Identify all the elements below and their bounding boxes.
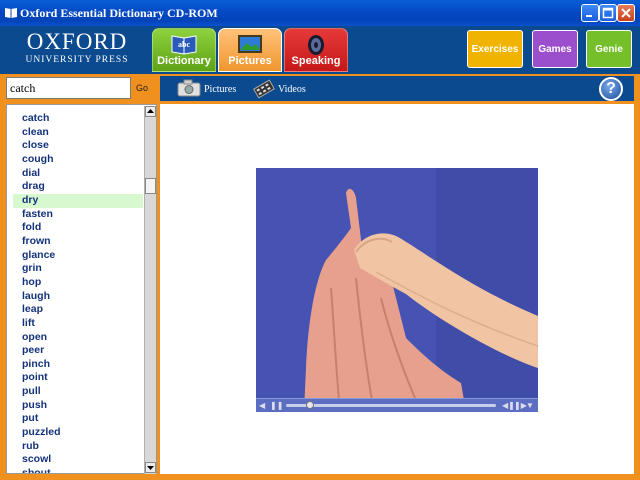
word-list-item[interactable]: put <box>13 412 143 426</box>
scroll-down-button[interactable] <box>145 462 156 473</box>
word-list-item[interactable]: leap <box>13 303 143 317</box>
maximize-button[interactable] <box>599 4 617 22</box>
window-title: Oxford Essential Dictionary CD-ROM <box>20 6 218 20</box>
word-list-item[interactable]: close <box>13 139 143 153</box>
word-list-item[interactable]: rub <box>13 440 143 454</box>
seek-handle[interactable] <box>306 401 314 409</box>
word-list-item[interactable]: shout <box>13 467 143 473</box>
word-list-item[interactable]: dial <box>13 167 143 181</box>
tab-dictionary-label: Dictionary <box>157 55 211 67</box>
minimize-button[interactable] <box>581 4 599 22</box>
word-list-item[interactable]: catch <box>13 112 143 126</box>
camera-icon <box>177 79 201 97</box>
word-list: catch clean close cough dial drag dry fasten fol… <box>13 112 143 473</box>
word-list-item[interactable]: clean <box>13 126 143 140</box>
word-list-item[interactable]: cough <box>13 153 143 167</box>
film-reel-icon <box>253 79 275 99</box>
picture-frame-icon <box>238 35 262 53</box>
videos-media-button[interactable]: Videos <box>252 79 312 99</box>
word-list-item[interactable]: scowl <box>13 453 143 467</box>
word-list-item[interactable]: frown <box>13 235 143 249</box>
word-list-item[interactable]: lift <box>13 317 143 331</box>
go-button[interactable]: Go <box>136 83 148 93</box>
svg-text:abc: abc <box>178 40 190 49</box>
forward-icon[interactable]: ❚▶ <box>514 401 527 410</box>
word-list-item[interactable]: grin <box>13 262 143 276</box>
word-list-item[interactable]: fold <box>13 221 143 235</box>
tab-pictures[interactable]: Pictures <box>218 28 282 72</box>
word-list-scrollbar[interactable] <box>144 106 156 474</box>
word-list-item[interactable]: fasten <box>13 208 143 222</box>
word-list-item[interactable]: open <box>13 331 143 345</box>
maximize-icon <box>602 7 614 19</box>
close-icon <box>621 8 631 18</box>
minimize-icon <box>586 15 592 17</box>
close-button[interactable] <box>617 4 635 22</box>
title-bar: Oxford Essential Dictionary CD-ROM <box>0 0 640 26</box>
help-button[interactable]: ? <box>599 77 623 101</box>
media-toolbar: Pictures Videos <box>160 76 634 101</box>
genie-button[interactable]: Genie <box>586 30 632 68</box>
abc-book-icon: abc <box>171 35 197 55</box>
word-list-item[interactable]: puzzled <box>13 426 143 440</box>
rewind-icon[interactable]: ◀❚ <box>502 401 515 410</box>
word-list-item[interactable]: point <box>13 371 143 385</box>
exercises-button[interactable]: Exercises <box>467 30 523 68</box>
pictures-media-button[interactable]: Pictures <box>176 79 236 99</box>
word-list-panel: catch clean close cough dial drag dry fasten fol… <box>6 104 157 474</box>
app-header: OXFORD UNIVERSITY PRESS abc Dictionary P… <box>0 26 640 74</box>
video-player[interactable] <box>256 168 538 412</box>
video-frame <box>256 168 538 412</box>
menu-down-icon[interactable]: ▼ <box>526 401 534 410</box>
search-input[interactable] <box>6 77 131 99</box>
games-label: Games <box>538 43 572 55</box>
genie-label: Genie <box>595 43 623 55</box>
volume-icon[interactable]: ◀ <box>259 401 265 410</box>
speaker-icon <box>308 35 324 55</box>
word-list-item[interactable]: drag <box>13 180 143 194</box>
video-controls: ◀ ❚❚ ◀❚ ❚▶ ▼ <box>256 398 538 412</box>
word-list-item[interactable]: push <box>13 399 143 413</box>
arrow-down-icon <box>147 466 154 470</box>
tab-dictionary[interactable]: abc Dictionary <box>152 28 216 72</box>
book-icon <box>5 8 17 18</box>
videos-media-label: Videos <box>278 84 306 95</box>
oxford-logo: OXFORD UNIVERSITY PRESS <box>20 30 134 66</box>
scroll-thumb[interactable] <box>145 178 156 194</box>
brand-subtitle: UNIVERSITY PRESS <box>25 55 129 65</box>
word-list-item[interactable]: hop <box>13 276 143 290</box>
pictures-media-label: Pictures <box>204 84 237 95</box>
word-list-item[interactable]: dry <box>13 193 143 208</box>
word-list-item[interactable]: pinch <box>13 358 143 372</box>
tab-speaking-label: Speaking <box>291 55 341 67</box>
games-button[interactable]: Games <box>532 30 578 68</box>
seek-bar[interactable] <box>286 401 496 409</box>
word-list-item[interactable]: glance <box>13 249 143 263</box>
word-list-item[interactable]: laugh <box>13 290 143 304</box>
exercises-label: Exercises <box>471 43 519 55</box>
arrow-up-icon <box>147 109 154 113</box>
brand-name: OXFORD <box>26 29 128 54</box>
scroll-up-button[interactable] <box>145 106 156 117</box>
word-list-item[interactable]: peer <box>13 344 143 358</box>
word-list-item[interactable]: pull <box>13 385 143 399</box>
tab-pictures-label: Pictures <box>228 55 272 67</box>
pause-icon[interactable]: ❚❚ <box>270 401 283 410</box>
tab-speaking[interactable]: Speaking <box>284 28 348 72</box>
